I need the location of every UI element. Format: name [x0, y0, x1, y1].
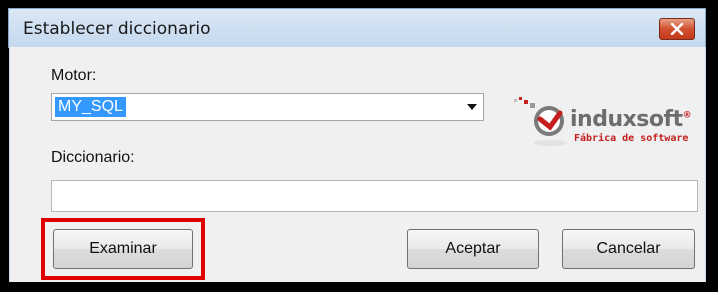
- motor-label: Motor:: [51, 67, 97, 84]
- title-bar[interactable]: Establecer diccionario: [8, 8, 706, 48]
- aceptar-button[interactable]: Aceptar: [407, 229, 539, 269]
- dictionary-field[interactable]: [51, 180, 698, 212]
- examinar-button[interactable]: Examinar: [53, 229, 193, 269]
- window-title: Establecer diccionario: [23, 19, 211, 39]
- dialog-body: Motor: MY_SQL induxsoft® Fábrica de soft…: [9, 47, 706, 282]
- dialog-window: Establecer diccionario Motor: MY_SQL ind…: [0, 0, 718, 292]
- dictionary-label: Diccionario:: [51, 149, 135, 166]
- close-icon: [670, 23, 684, 35]
- logo-wordmark: induxsoft®: [570, 107, 692, 132]
- logo-mark-icon: [514, 97, 566, 146]
- motor-selected-value: MY_SQL: [55, 97, 126, 117]
- logo-tagline: Fábrica de software: [574, 133, 689, 144]
- cancelar-button[interactable]: Cancelar: [562, 229, 695, 269]
- motor-select[interactable]: MY_SQL: [51, 93, 484, 121]
- induxsoft-logo: induxsoft® Fábrica de software: [506, 93, 706, 153]
- close-button[interactable]: [659, 18, 695, 40]
- chevron-down-icon[interactable]: [467, 104, 477, 110]
